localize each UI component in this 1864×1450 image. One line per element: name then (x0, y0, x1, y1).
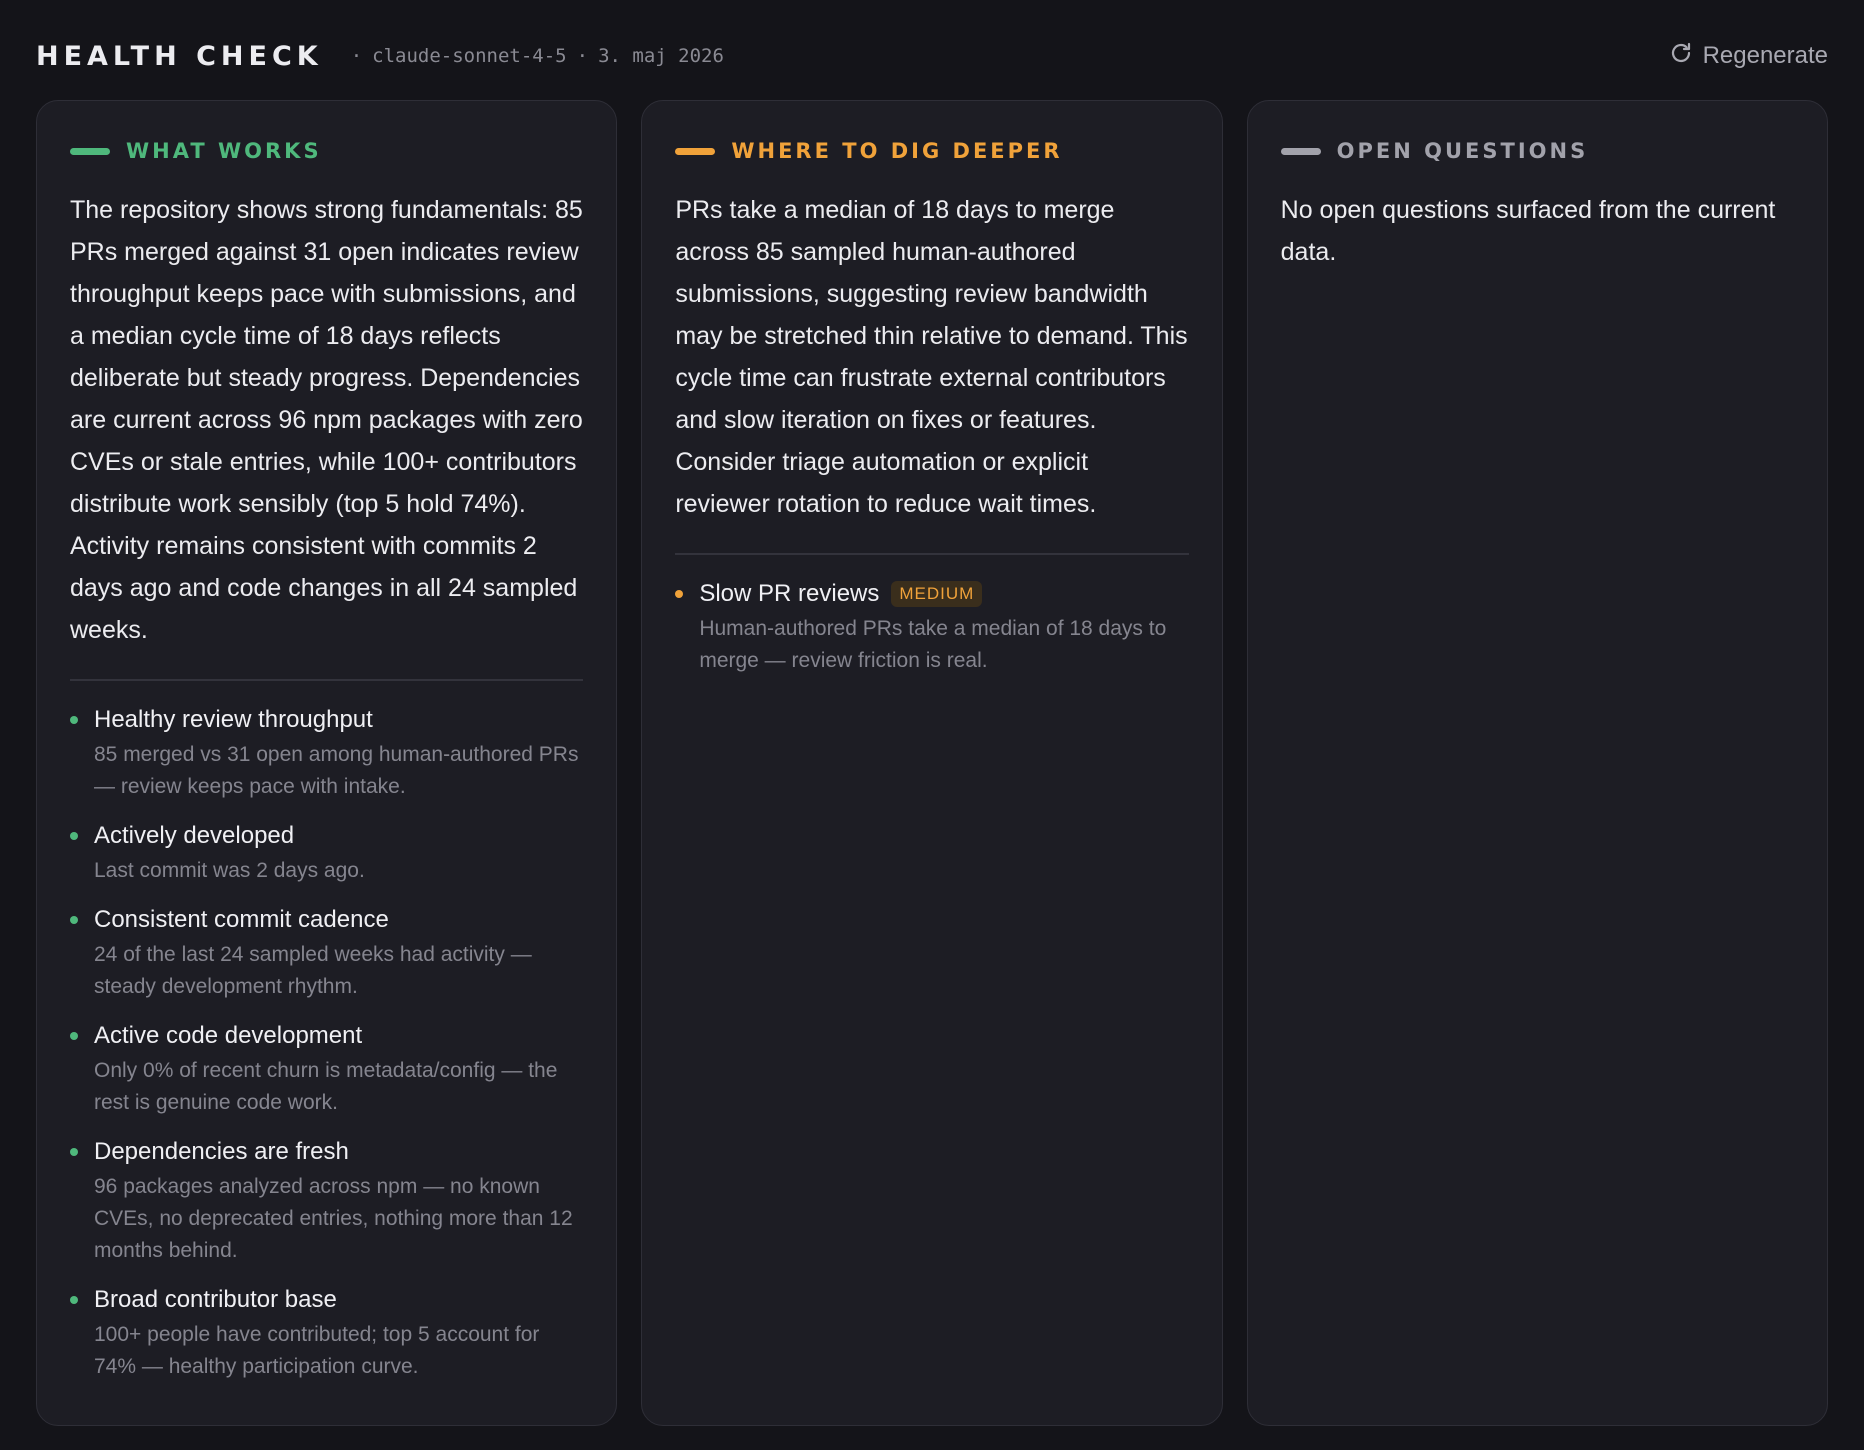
card-summary: The repository shows strong fundamentals… (70, 196, 583, 644)
divider (70, 679, 584, 681)
list-item: Broad contributor base 100+ people have … (70, 1283, 583, 1383)
bullet-icon (70, 1148, 78, 1156)
model-name: claude-sonnet-4-5 (372, 45, 567, 67)
finding-description: 100+ people have contributed; top 5 acco… (94, 1323, 540, 1378)
category-indicator (1280, 147, 1321, 155)
finding-title: Healthy review throughput (94, 706, 373, 733)
page-title: HEALTH CHECK (36, 40, 323, 72)
list-item: Actively developed Last commit was 2 day… (70, 819, 583, 887)
findings-list: Healthy review throughput 85 merged vs 3… (70, 703, 583, 1383)
card-header: WHERE TO DIG DEEPER (675, 137, 1188, 165)
finding-title: Dependencies are fresh (94, 1138, 349, 1165)
card-title: WHAT WORKS (126, 139, 322, 163)
finding-title-row: Slow PR reviews MEDIUM (699, 577, 1188, 611)
list-item: Healthy review throughput 85 merged vs 3… (70, 703, 583, 803)
meta-separator: · (350, 45, 363, 67)
refresh-icon (1669, 41, 1693, 72)
finding-description: Only 0% of recent churn is metadata/conf… (94, 1059, 558, 1114)
finding-title: Consistent commit cadence (94, 906, 389, 933)
report-meta: · claude-sonnet-4-5 · 3. maj 2026 (341, 45, 724, 67)
card-header: OPEN QUESTIONS (1280, 137, 1794, 165)
severity-badge: MEDIUM (891, 581, 983, 607)
list-item: Dependencies are fresh 96 packages analy… (70, 1135, 583, 1267)
bullet-icon (675, 590, 684, 598)
list-item: Active code development Only 0% of recen… (70, 1019, 583, 1119)
bullet-icon (70, 1296, 78, 1304)
meta-separator: · (576, 45, 589, 67)
finding-title: Slow PR reviews (699, 580, 880, 607)
list-item: Slow PR reviews MEDIUM Human-authored PR… (675, 577, 1188, 677)
what-works-card: WHAT WORKS The repository shows strong f… (36, 100, 618, 1426)
open-questions-card: OPEN QUESTIONS No open questions surface… (1246, 100, 1828, 1426)
finding-description: Human-authored PRs take a median of 18 d… (699, 617, 1167, 672)
report-date: 3. maj 2026 (598, 45, 724, 67)
bullet-icon (70, 716, 78, 724)
finding-description: 96 packages analyzed across npm — no kno… (94, 1175, 573, 1262)
health-columns: WHAT WORKS The repository shows strong f… (36, 100, 1828, 1426)
bullet-icon (70, 916, 78, 924)
findings-list: Slow PR reviews MEDIUM Human-authored PR… (675, 577, 1188, 677)
list-item: Consistent commit cadence 24 of the last… (70, 903, 583, 1003)
divider (675, 553, 1189, 555)
finding-title: Actively developed (94, 822, 295, 849)
bullet-icon (70, 1032, 78, 1040)
finding-title: Broad contributor base (94, 1286, 337, 1313)
regenerate-label: Regenerate (1702, 42, 1828, 69)
finding-description: 24 of the last 24 sampled weeks had acti… (94, 943, 532, 998)
card-summary: No open questions surfaced from the curr… (1280, 196, 1776, 266)
dig-deeper-card: WHERE TO DIG DEEPER PRs take a median of… (641, 100, 1223, 1426)
card-title: WHERE TO DIG DEEPER (731, 139, 1063, 163)
finding-description: 85 merged vs 31 open among human-authore… (94, 743, 579, 798)
card-summary: PRs take a median of 18 days to merge ac… (675, 196, 1188, 518)
finding-description: Last commit was 2 days ago. (94, 859, 365, 882)
finding-title: Active code development (94, 1022, 363, 1049)
bullet-icon (70, 832, 78, 840)
header: HEALTH CHECK · claude-sonnet-4-5 · 3. maj 2… (36, 36, 1828, 76)
category-indicator (675, 147, 716, 155)
regenerate-button[interactable]: Regenerate (1669, 41, 1828, 72)
card-title: OPEN QUESTIONS (1336, 139, 1589, 163)
category-indicator (70, 147, 110, 155)
card-header: WHAT WORKS (70, 137, 583, 165)
